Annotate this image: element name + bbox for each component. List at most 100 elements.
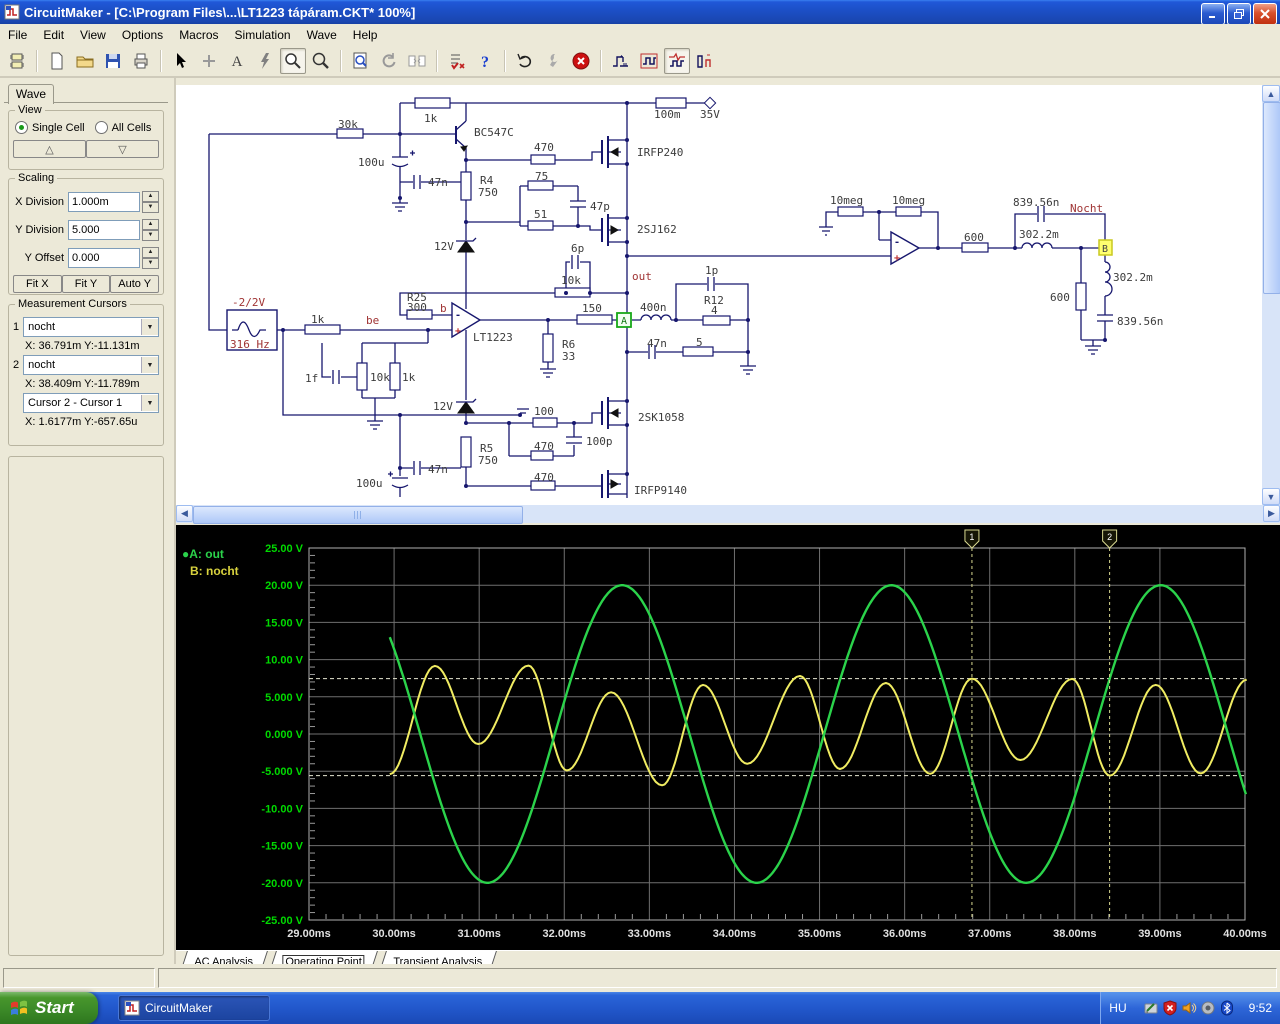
measurement-cursors-group: Measurement Cursors 1 nocht ▼ X: 36.791m… [8, 298, 164, 446]
view-group: View Single Cell All Cells △ ▽ [8, 104, 164, 170]
language-indicator[interactable]: HU [1109, 1001, 1126, 1015]
cursor-diff-select[interactable]: Cursor 2 - Cursor 1 ▼ [23, 393, 159, 413]
probe-b[interactable]: B [1098, 239, 1113, 256]
digital-step-button[interactable] [608, 48, 634, 74]
waveform-panel[interactable]: 1 2 25.00 V 20.00 V 15.00 V 10.00 V 5.000 V 0.0… [176, 525, 1280, 950]
svg-text:100u: 100u [356, 477, 383, 490]
audio-device-icon[interactable] [1200, 1000, 1216, 1016]
x-division-input[interactable] [68, 192, 140, 212]
y-division-input[interactable] [68, 220, 140, 240]
schematic-horizontal-scrollbar[interactable]: ◀ ▶ [176, 505, 1280, 524]
svg-text:10k: 10k [561, 274, 581, 287]
menu-item-wave[interactable]: Wave [299, 26, 345, 44]
y-division-spinner[interactable]: ▲ ▼ [142, 219, 159, 241]
start-label: Start [35, 998, 74, 1017]
auto-y-button[interactable]: Auto Y [110, 275, 160, 293]
cell-down-button[interactable]: ▽ [86, 140, 159, 158]
volume-icon[interactable] [1181, 1000, 1197, 1016]
svg-text:be: be [366, 314, 379, 327]
split-view-button[interactable] [404, 48, 430, 74]
cursor-tool-button[interactable] [168, 48, 194, 74]
schematic-vertical-scrollbar[interactable]: ▲ ▼ [1262, 85, 1280, 505]
cursor1-index: 1 [13, 321, 20, 333]
wire-tool-button[interactable] [252, 48, 278, 74]
bluetooth-icon[interactable] [1219, 1000, 1235, 1016]
horizontal-scroll-thumb[interactable] [193, 506, 523, 524]
svg-text:100u: 100u [358, 156, 385, 169]
task-circuitmaker[interactable]: CircuitMaker [118, 995, 270, 1021]
x-division-spinner[interactable]: ▲ ▼ [142, 191, 159, 213]
cell-up-button[interactable]: △ [13, 140, 86, 158]
cursor2-select[interactable]: nocht ▼ [23, 355, 159, 375]
menu-item-macros[interactable]: Macros [171, 26, 226, 44]
menu-item-options[interactable]: Options [114, 26, 171, 44]
cursor1-select[interactable]: nocht ▼ [23, 317, 159, 337]
menu-item-edit[interactable]: Edit [35, 26, 72, 44]
run-transient-button[interactable] [664, 47, 690, 74]
svg-text:34.00ms: 34.00ms [713, 928, 756, 940]
menu-item-file[interactable]: File [0, 26, 35, 44]
chevron-down-icon[interactable]: ▼ [141, 395, 158, 411]
svg-text:38.00ms: 38.00ms [1053, 928, 1096, 940]
menu-item-view[interactable]: View [72, 26, 114, 44]
y-offset-input[interactable] [68, 248, 140, 268]
save-button[interactable] [100, 48, 126, 74]
svg-text:-2/2V: -2/2V [232, 296, 265, 309]
text-tool-button[interactable]: A [224, 48, 250, 74]
probe-a[interactable]: A [616, 312, 632, 328]
zoom-button[interactable] [308, 48, 334, 74]
fit-y-button[interactable]: Fit Y [61, 275, 111, 293]
svg-text:47n: 47n [428, 176, 448, 189]
scroll-right-icon[interactable]: ▶ [1263, 505, 1280, 522]
menu-item-simulation[interactable]: Simulation [227, 26, 299, 44]
open-file-button[interactable] [72, 48, 98, 74]
print-button[interactable] [128, 48, 154, 74]
rotate-button[interactable] [376, 48, 402, 74]
close-button[interactable] [1253, 3, 1277, 25]
svg-text:30k: 30k [338, 118, 358, 131]
security-shield-icon[interactable] [1162, 1000, 1178, 1016]
radio-single-cell[interactable]: Single Cell [15, 121, 85, 134]
tab-wave[interactable]: Wave [8, 84, 54, 104]
help-button[interactable]: ? [472, 48, 498, 74]
pulse-analysis-button[interactable] [692, 48, 718, 74]
page-preview-button[interactable] [348, 48, 374, 74]
svg-text:6p: 6p [571, 242, 584, 255]
chevron-down-icon[interactable]: ▼ [141, 319, 158, 335]
y-offset-spinner[interactable]: ▲ ▼ [142, 247, 159, 269]
reset-button[interactable] [512, 48, 538, 74]
svg-text:470: 470 [534, 141, 554, 154]
start-button[interactable]: Start [0, 992, 98, 1024]
scroll-up-icon[interactable]: ▲ [1262, 85, 1280, 102]
zoom-select-button[interactable] [280, 47, 306, 74]
stop-simulation-button[interactable] [568, 48, 594, 74]
plus-tool-button[interactable] [196, 48, 222, 74]
netlist-check-button[interactable] [444, 48, 470, 74]
svg-text:100m: 100m [654, 108, 681, 121]
part-bin-button[interactable] [4, 48, 30, 74]
svg-text:2: 2 [1107, 532, 1112, 542]
svg-text:20.00 V: 20.00 V [265, 580, 304, 592]
schematic-canvas[interactable]: - + - + A B 30k 1k BC547C 100u 47n R4 750 100m 35V… [176, 85, 1262, 505]
run-analog-button[interactable] [636, 48, 662, 74]
svg-text:b: b [440, 302, 447, 315]
svg-text:2SK1058: 2SK1058 [638, 411, 684, 424]
minimize-button[interactable] [1201, 3, 1225, 25]
toolbar-separator [340, 49, 342, 72]
scroll-down-icon[interactable]: ▼ [1262, 488, 1280, 505]
new-file-button[interactable] [44, 48, 70, 74]
radio-all-cells[interactable]: All Cells [94, 121, 151, 134]
fit-x-button[interactable]: Fit X [13, 275, 62, 293]
wave-panel: Wave View Single Cell All Cells △ ▽ Scal… [0, 78, 176, 966]
series-b-label: B: nocht [190, 564, 239, 578]
scroll-left-icon[interactable]: ◀ [176, 505, 193, 522]
wrench-tool-button[interactable] [540, 48, 566, 74]
clock[interactable]: 9:52 [1249, 1001, 1272, 1015]
chevron-down-icon[interactable]: ▼ [141, 357, 158, 373]
menu-item-help[interactable]: Help [345, 26, 386, 44]
pen-tablet-icon[interactable] [1143, 1000, 1159, 1016]
svg-text:600: 600 [964, 231, 984, 244]
svg-text:10meg: 10meg [892, 194, 925, 207]
restore-button[interactable] [1227, 3, 1251, 25]
vertical-scroll-thumb[interactable] [1263, 102, 1280, 294]
